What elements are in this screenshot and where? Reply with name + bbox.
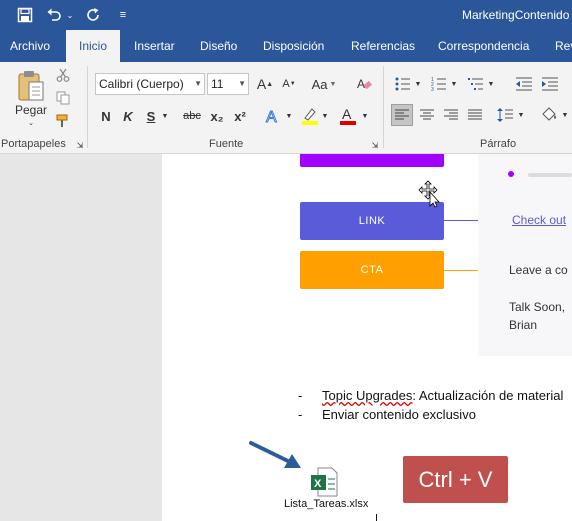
svg-text:A: A	[357, 77, 365, 91]
grow-font-button[interactable]: A ▲	[255, 74, 275, 94]
shrink-font-label: A	[282, 78, 290, 90]
font-color-icon[interactable]: A	[338, 105, 358, 127]
preview-link-text[interactable]: Check out	[512, 213, 566, 227]
shading-dropdown-icon[interactable]: ▼	[560, 104, 570, 126]
text-cursor	[376, 514, 377, 521]
underline-dropdown-icon[interactable]: ▼	[160, 106, 170, 126]
line-spacing-icon[interactable]	[494, 104, 516, 126]
underline-button[interactable]: S	[144, 106, 158, 126]
ribbon: Pegar ⌄ Portapapeles ⇲ Calibri (Cuerpo) …	[0, 62, 572, 154]
title-bar: ⌄ ≡ MarketingContenido	[0, 0, 572, 30]
ribbon-tabs: Archivo Inicio Insertar Diseño Disposici…	[0, 30, 572, 62]
subscript-button[interactable]: x₂	[208, 106, 226, 126]
tab-correspondencia[interactable]: Correspondencia	[437, 30, 530, 62]
paste-icon[interactable]	[14, 68, 48, 104]
chevron-down-icon: ▼	[238, 79, 246, 88]
svg-text:A: A	[266, 109, 277, 125]
font-name-combo[interactable]: Calibri (Cuerpo) ▼	[95, 73, 205, 95]
clipboard-launcher-icon[interactable]: ⇲	[75, 140, 85, 150]
align-right-icon[interactable]	[440, 104, 462, 126]
multilevel-dropdown-icon[interactable]: ▼	[486, 74, 496, 94]
font-launcher-icon[interactable]: ⇲	[370, 140, 380, 150]
chevron-down-icon: ▼	[194, 79, 202, 88]
tab-insertar[interactable]: Insertar	[133, 30, 176, 62]
grow-font-label: A	[256, 76, 267, 92]
bullet-item: Topic Upgrades: Actualización de materia…	[322, 388, 563, 403]
numbering-icon[interactable]: 123	[429, 74, 449, 94]
chevron-down-icon: ▼	[329, 80, 337, 88]
tab-inicio[interactable]: Inicio	[66, 30, 120, 62]
bullet-item-prefix: Topic Upgrades	[322, 388, 413, 403]
move-cursor-icon	[418, 180, 440, 208]
highlight-icon[interactable]	[300, 105, 320, 127]
bullet-item-text: : Actualización de material	[412, 388, 564, 403]
cut-icon[interactable]	[54, 66, 72, 84]
group-separator	[87, 66, 88, 148]
undo-icon[interactable]	[44, 0, 64, 30]
copy-icon[interactable]	[54, 89, 72, 107]
document-page[interactable]: LINK CTA Check out Leave a co Talk Soon,…	[162, 154, 572, 521]
strikethrough-button[interactable]: abc	[180, 106, 204, 126]
preview-name: Brian	[509, 318, 538, 332]
increase-indent-icon[interactable]	[540, 74, 560, 94]
bullet-dash: -	[298, 388, 303, 403]
excel-file-name[interactable]: Lista_Tareas.xlsx	[284, 498, 368, 510]
superscript-button[interactable]: x²	[231, 106, 249, 126]
paste-button[interactable]: Pegar	[12, 102, 50, 118]
bullet-dash: -	[298, 407, 303, 422]
bullet-item: Enviar contenido exclusivo	[322, 407, 476, 422]
preview-signoff: Talk Soon,	[509, 300, 566, 314]
tab-diseno[interactable]: Diseño	[199, 30, 238, 62]
preview-placeholder-bar	[528, 173, 572, 177]
shrink-font-button[interactable]: A ▼	[279, 74, 299, 94]
customize-qat-icon[interactable]: ≡	[116, 0, 130, 30]
undo-dropdown-icon[interactable]: ⌄	[65, 0, 75, 30]
clipboard-group-label: Portapapeles	[1, 138, 66, 150]
change-case-button[interactable]: Aa ▼	[308, 74, 340, 94]
numbering-dropdown-icon[interactable]: ▼	[449, 74, 459, 94]
excel-file-icon[interactable]: X	[310, 467, 338, 497]
clear-formatting-icon[interactable]: A	[354, 74, 374, 94]
format-painter-icon[interactable]	[54, 112, 72, 130]
group-separator	[383, 66, 384, 148]
font-group-label: Fuente	[209, 138, 244, 150]
tab-archivo[interactable]: Archivo	[9, 30, 51, 62]
bullets-icon[interactable]	[393, 74, 413, 94]
decrease-indent-icon[interactable]	[514, 74, 534, 94]
flow-box-cta: CTA	[300, 251, 444, 289]
shading-icon[interactable]	[538, 104, 560, 126]
line-spacing-dropdown-icon[interactable]: ▼	[516, 104, 526, 126]
tab-referencias[interactable]: Referencias	[350, 30, 416, 62]
pointer-arrow-icon	[249, 441, 301, 468]
svg-text:X: X	[314, 478, 322, 490]
multilevel-list-icon[interactable]	[466, 74, 486, 94]
text-effects-dropdown-icon[interactable]: ▼	[284, 106, 294, 126]
preview-cta-text: Leave a co	[509, 263, 568, 277]
document-title: MarketingContenido	[462, 8, 570, 22]
italic-button[interactable]: K	[121, 106, 135, 126]
flow-box-top	[300, 154, 444, 167]
justify-icon[interactable]	[464, 104, 486, 126]
font-name-value: Calibri (Cuerpo)	[99, 77, 184, 91]
align-center-icon[interactable]	[416, 104, 438, 126]
align-left-icon[interactable]	[391, 104, 413, 126]
paste-dropdown-icon[interactable]: ⌄	[26, 118, 36, 128]
bold-button[interactable]: N	[99, 106, 113, 126]
highlight-dropdown-icon[interactable]: ▼	[320, 106, 330, 126]
redo-icon[interactable]	[84, 0, 104, 30]
paragraph-group-label: Párrafo	[480, 138, 517, 150]
preview-dot	[508, 171, 514, 177]
font-color-dropdown-icon[interactable]: ▼	[360, 106, 370, 126]
tab-revisar[interactable]: Rev	[554, 30, 572, 62]
svg-text:3: 3	[431, 87, 434, 91]
font-size-combo[interactable]: 11 ▼	[207, 73, 249, 95]
save-icon[interactable]	[14, 0, 36, 30]
bullets-dropdown-icon[interactable]: ▼	[413, 74, 423, 94]
tab-disposicion[interactable]: Disposición	[262, 30, 325, 62]
svg-text:A: A	[342, 106, 352, 122]
font-size-value: 11	[211, 77, 224, 91]
shortcut-overlay: Ctrl + V	[403, 456, 508, 503]
change-case-label: Aa	[311, 76, 328, 92]
text-effects-icon[interactable]: A	[262, 105, 284, 127]
